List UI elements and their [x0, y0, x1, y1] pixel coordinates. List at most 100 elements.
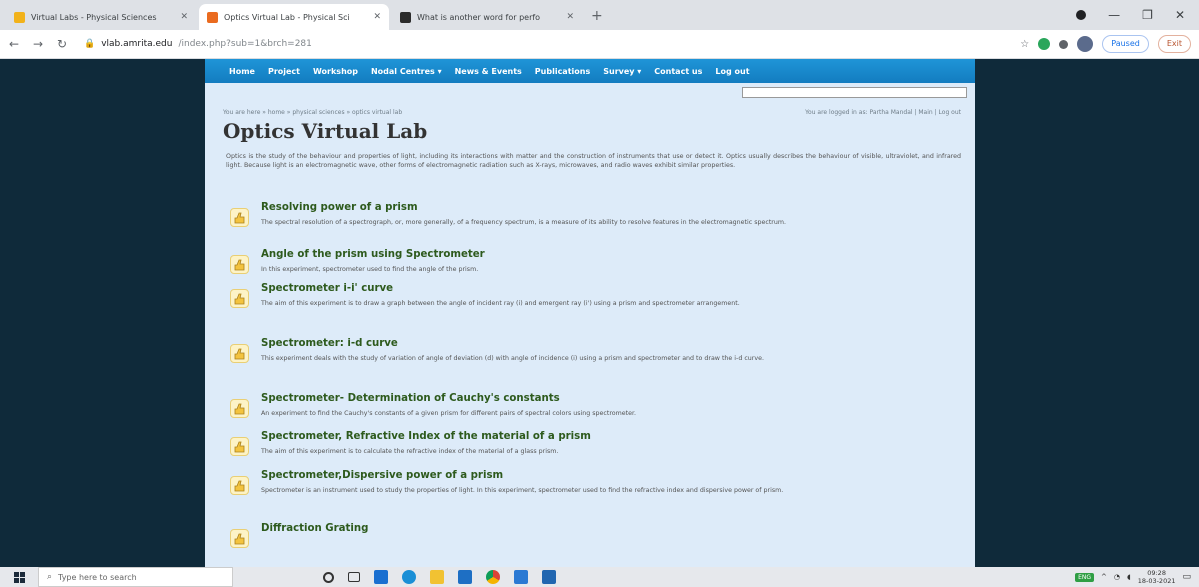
experiment-description: The aim of this experiment is to calcula…: [261, 448, 559, 455]
experiment-link[interactable]: Angle of the prism using Spectrometer: [261, 248, 950, 262]
browser-tab-optics-virtual-lab[interactable]: Optics Virtual Lab - Physical Sci ✕: [199, 4, 389, 30]
experiment-description: The spectral resolution of a spectrograp…: [261, 219, 787, 226]
intro-paragraph: Optics is the study of the behaviour and…: [226, 153, 961, 169]
browser-toolbar: ← → ↻ 🔒 vlab.amrita.edu/index.php?sub=1&…: [0, 30, 1199, 59]
tab-close-icon[interactable]: ✕: [373, 12, 381, 22]
extensions-puzzle-icon[interactable]: [1059, 39, 1069, 49]
back-arrow-icon[interactable]: ←: [8, 37, 20, 51]
nav-home[interactable]: Home: [229, 67, 255, 76]
experiment-hand-icon: [230, 529, 249, 548]
nav-survey[interactable]: Survey ▾: [603, 67, 641, 76]
experiment-description: Spectrometer is an instrument used to st…: [261, 487, 784, 494]
profile-icon[interactable]: [1076, 10, 1087, 20]
outlook-icon[interactable]: [458, 570, 472, 584]
logged-in-status: You are logged in as: Partha Mandal | Ma…: [805, 109, 961, 116]
tab-title: Virtual Labs - Physical Sciences: [31, 12, 157, 22]
experiment-description: In this experiment, spectrometer used to…: [261, 266, 479, 273]
windows-taskbar: ⌕ Type here to search ENG ^ ◔ ◖ 09:28 18…: [0, 567, 1199, 587]
list-item: Spectrometer,Dispersive power of a prism…: [230, 469, 950, 522]
paused-button[interactable]: Paused: [1102, 35, 1149, 53]
list-item: Spectrometer: i-d curve This experiment …: [230, 337, 950, 392]
nav-publications[interactable]: Publications: [535, 67, 590, 76]
list-item: Angle of the prism using Spectrometer In…: [230, 248, 950, 282]
nav-news-events[interactable]: News & Events: [455, 67, 522, 76]
task-view-icon[interactable]: [348, 572, 360, 582]
breadcrumb: You are here » home » physical sciences …: [223, 109, 403, 116]
window-controls: — ❐ ✕: [1076, 0, 1199, 30]
tab-title: What is another word for perfo: [417, 12, 541, 22]
taskbar-apps: [323, 570, 556, 584]
list-item: Spectrometer i-i' curve The aim of this …: [230, 282, 950, 337]
experiment-link[interactable]: Spectrometer: i-d curve: [261, 337, 950, 351]
tab-close-icon[interactable]: ✕: [180, 12, 188, 22]
tab-title: Optics Virtual Lab - Physical Sci: [224, 12, 350, 22]
experiment-link[interactable]: Spectrometer,Dispersive power of a prism: [261, 469, 950, 483]
experiment-link[interactable]: Spectrometer- Determination of Cauchy's …: [261, 392, 950, 406]
nav-project[interactable]: Project: [268, 67, 300, 76]
clock[interactable]: 09:28 18-03-2021: [1138, 569, 1176, 585]
cortana-icon[interactable]: [323, 571, 334, 583]
experiment-hand-icon: [230, 476, 249, 495]
experiment-description: An experiment to find the Cauchy's const…: [261, 410, 636, 417]
windows-logo-icon: [13, 571, 25, 583]
site-content: Home Project Workshop Nodal Centres ▾ Ne…: [205, 59, 975, 567]
experiment-hand-icon: [230, 208, 249, 227]
network-icon[interactable]: ◔: [1114, 573, 1120, 581]
list-item: Diffraction Grating: [230, 522, 950, 552]
list-item: Spectrometer- Determination of Cauchy's …: [230, 392, 950, 430]
reload-icon[interactable]: ↻: [56, 37, 68, 51]
experiment-link[interactable]: Diffraction Grating: [261, 522, 950, 536]
experiment-list: Resolving power of a prism The spectral …: [230, 201, 950, 552]
minimize-button[interactable]: —: [1108, 8, 1120, 22]
maximize-button[interactable]: ❐: [1142, 8, 1153, 22]
experiment-description: The aim of this experiment is to draw a …: [261, 300, 740, 307]
nav-contact-us[interactable]: Contact us: [654, 67, 702, 76]
url-host: vlab.amrita.edu: [101, 39, 173, 49]
file-explorer-icon[interactable]: [430, 570, 444, 584]
experiment-link[interactable]: Spectrometer i-i' curve: [261, 282, 950, 296]
taskbar-search-input[interactable]: ⌕ Type here to search: [38, 567, 233, 587]
list-item: Resolving power of a prism The spectral …: [230, 201, 950, 248]
tab-favicon-icon: [14, 11, 25, 23]
tab-close-icon[interactable]: ✕: [566, 12, 574, 22]
edge-icon[interactable]: [402, 570, 416, 584]
experiment-hand-icon: [230, 399, 249, 418]
avatar[interactable]: [1077, 36, 1094, 52]
language-badge[interactable]: ENG: [1075, 572, 1095, 582]
clock-date: 18-03-2021: [1137, 577, 1176, 585]
close-window-button[interactable]: ✕: [1175, 8, 1185, 22]
mail-icon[interactable]: [514, 570, 528, 584]
star-icon[interactable]: ☆: [1020, 39, 1029, 50]
system-tray: ENG ^ ◔ ◖ 09:28 18-03-2021 ▭: [1075, 569, 1199, 585]
store-icon[interactable]: [374, 570, 388, 584]
site-search-input[interactable]: [742, 87, 967, 98]
notification-icon[interactable]: ▭: [1182, 572, 1191, 582]
exit-button[interactable]: Exit: [1157, 35, 1191, 53]
browser-tab-virtual-labs[interactable]: Virtual Labs - Physical Sciences ✕: [6, 4, 196, 30]
forward-arrow-icon[interactable]: →: [32, 37, 44, 51]
chevron-up-icon[interactable]: ^: [1101, 573, 1107, 581]
search-placeholder: Type here to search: [58, 572, 137, 582]
lock-icon: 🔒: [84, 39, 96, 49]
nav-log-out[interactable]: Log out: [715, 67, 749, 76]
tab-favicon-icon: [207, 11, 218, 23]
experiment-description: This experiment deals with the study of …: [261, 355, 764, 362]
search-icon: ⌕: [47, 572, 53, 582]
start-button[interactable]: [0, 571, 38, 583]
page-title: Optics Virtual Lab: [223, 119, 428, 143]
site-nav: Home Project Workshop Nodal Centres ▾ Ne…: [205, 59, 975, 83]
photos-icon[interactable]: [542, 570, 556, 584]
chrome-icon[interactable]: [486, 570, 500, 584]
browser-tab-word-search[interactable]: What is another word for perfo ✕: [392, 4, 582, 30]
extension-green-icon[interactable]: [1038, 38, 1051, 50]
url-path: /index.php?sub=1&brch=281: [178, 39, 312, 49]
volume-icon[interactable]: ◖: [1127, 573, 1131, 581]
experiment-hand-icon: [230, 255, 249, 274]
experiment-link[interactable]: Resolving power of a prism: [261, 201, 950, 215]
experiment-link[interactable]: Spectrometer, Refractive Index of the ma…: [261, 430, 950, 444]
nav-nodal-centres[interactable]: Nodal Centres ▾: [371, 67, 442, 76]
address-bar[interactable]: 🔒 vlab.amrita.edu/index.php?sub=1&brch=2…: [80, 34, 980, 55]
browser-tab-strip: Virtual Labs - Physical Sciences ✕ Optic…: [0, 0, 1199, 30]
nav-workshop[interactable]: Workshop: [313, 67, 358, 76]
new-tab-button[interactable]: +: [585, 4, 609, 30]
